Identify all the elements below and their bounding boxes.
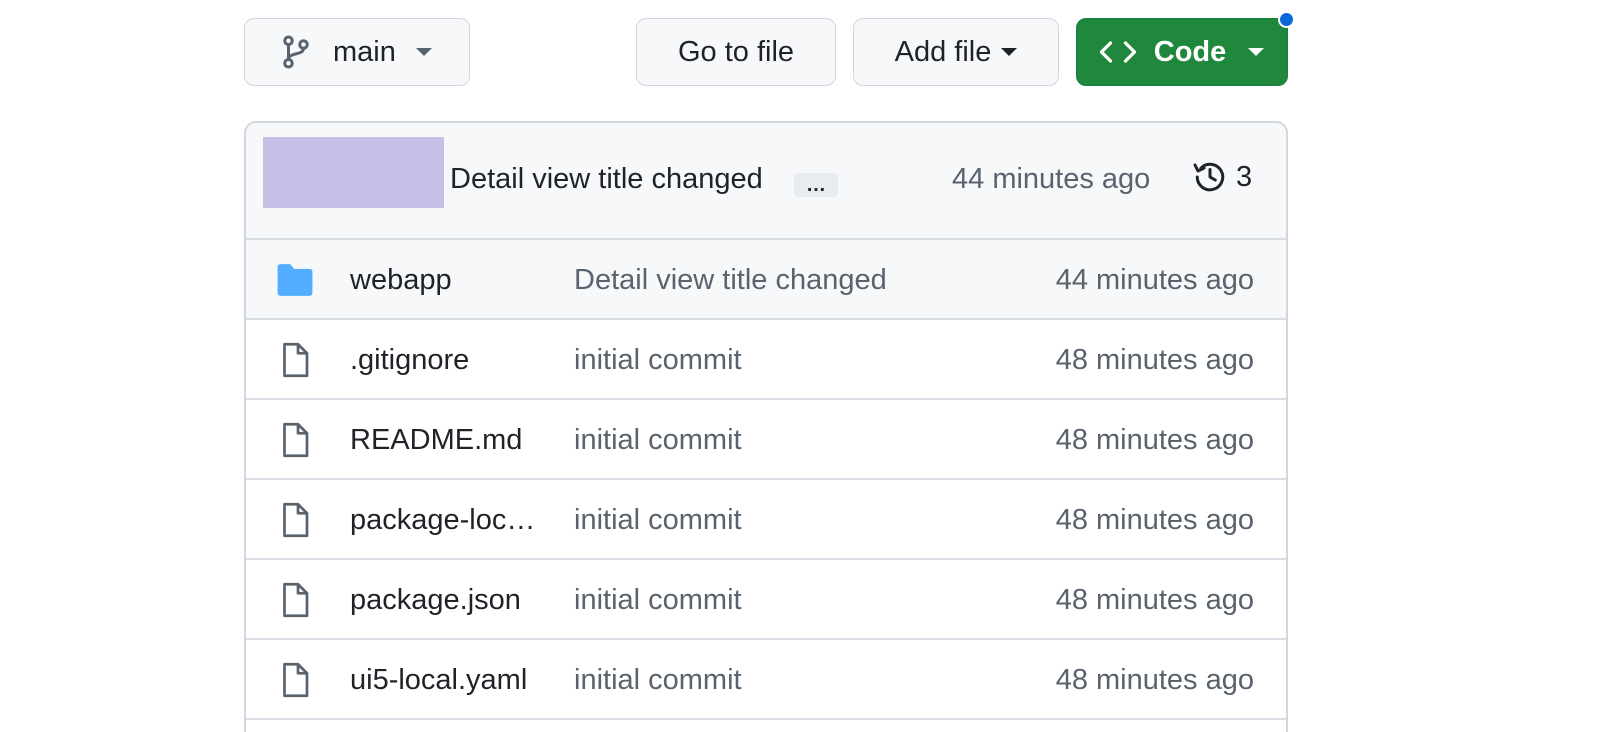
file-commit-message[interactable]: initial commit xyxy=(574,504,742,537)
file-commit-time: 48 minutes ago xyxy=(1055,664,1254,696)
file-commit-message[interactable]: initial commit xyxy=(574,664,742,697)
code-label: Code xyxy=(1153,35,1227,68)
chevron-down-icon xyxy=(1248,48,1265,56)
branch-name: main xyxy=(333,35,396,68)
file-name[interactable]: README.md xyxy=(350,424,522,457)
latest-commit-message[interactable]: Detail view title changed xyxy=(450,163,763,196)
file-commit-message[interactable]: Detail view title changed xyxy=(574,264,887,297)
latest-commit-time: 44 minutes ago xyxy=(952,163,1151,195)
chevron-down-icon xyxy=(1001,48,1018,56)
history-clock-icon xyxy=(1193,162,1225,192)
file-name[interactable]: webapp xyxy=(350,264,452,297)
latest-commit-bar: Detail view title changed … 44 minutes a… xyxy=(246,123,1286,240)
table-row[interactable]: webapp Detail view title changed 44 minu… xyxy=(246,240,1286,320)
add-file-button[interactable]: Add file xyxy=(853,18,1059,86)
table-row[interactable]: README.md initial commit 48 minutes ago xyxy=(246,400,1286,480)
commit-details-toggle[interactable]: … xyxy=(794,173,838,197)
go-to-file-label: Go to file xyxy=(677,35,795,68)
avatar[interactable] xyxy=(263,137,444,208)
file-commit-time: 48 minutes ago xyxy=(1055,344,1254,376)
file-name[interactable]: package-loc… xyxy=(350,504,535,537)
file-commit-time: 44 minutes ago xyxy=(1055,264,1254,296)
file-icon xyxy=(283,582,309,618)
table-row[interactable]: package.json initial commit 48 minutes a… xyxy=(246,560,1286,640)
commit-count: 3 xyxy=(1236,160,1253,193)
add-file-label: Add file xyxy=(894,35,992,68)
file-icon xyxy=(283,342,309,378)
file-commit-message[interactable]: initial commit xyxy=(574,344,742,377)
table-row[interactable]: .gitignore initial commit 48 minutes ago xyxy=(246,320,1286,400)
file-commit-time: 48 minutes ago xyxy=(1055,504,1254,536)
file-name[interactable]: package.json xyxy=(350,584,521,617)
file-commit-time: 48 minutes ago xyxy=(1055,424,1254,456)
table-row[interactable]: ui5-local.yaml initial commit 48 minutes… xyxy=(246,640,1286,720)
code-button[interactable]: Code xyxy=(1076,18,1288,86)
table-row[interactable]: package-loc… initial commit 48 minutes a… xyxy=(246,480,1286,560)
file-commit-time: 48 minutes ago xyxy=(1055,584,1254,616)
file-name[interactable]: ui5-local.yaml xyxy=(350,664,527,697)
file-list: Detail view title changed … 44 minutes a… xyxy=(244,121,1288,732)
code-brackets-icon xyxy=(1099,41,1136,63)
file-icon xyxy=(283,502,309,538)
file-commit-message[interactable]: initial commit xyxy=(574,424,742,457)
go-to-file-button[interactable]: Go to file xyxy=(636,18,836,86)
repo-file-browser: main Go to file Add file Code Detail vie… xyxy=(0,0,1600,732)
file-name[interactable]: .gitignore xyxy=(350,344,469,377)
file-commit-message[interactable]: initial commit xyxy=(574,584,742,617)
file-icon xyxy=(283,662,309,698)
file-icon xyxy=(283,422,309,458)
git-branch-icon xyxy=(283,35,309,69)
folder-icon xyxy=(277,264,313,296)
chevron-down-icon xyxy=(415,48,432,56)
branch-selector-button[interactable]: main xyxy=(244,18,470,86)
commit-history-link[interactable]: 3 xyxy=(1192,159,1252,195)
notification-dot xyxy=(1278,11,1295,28)
